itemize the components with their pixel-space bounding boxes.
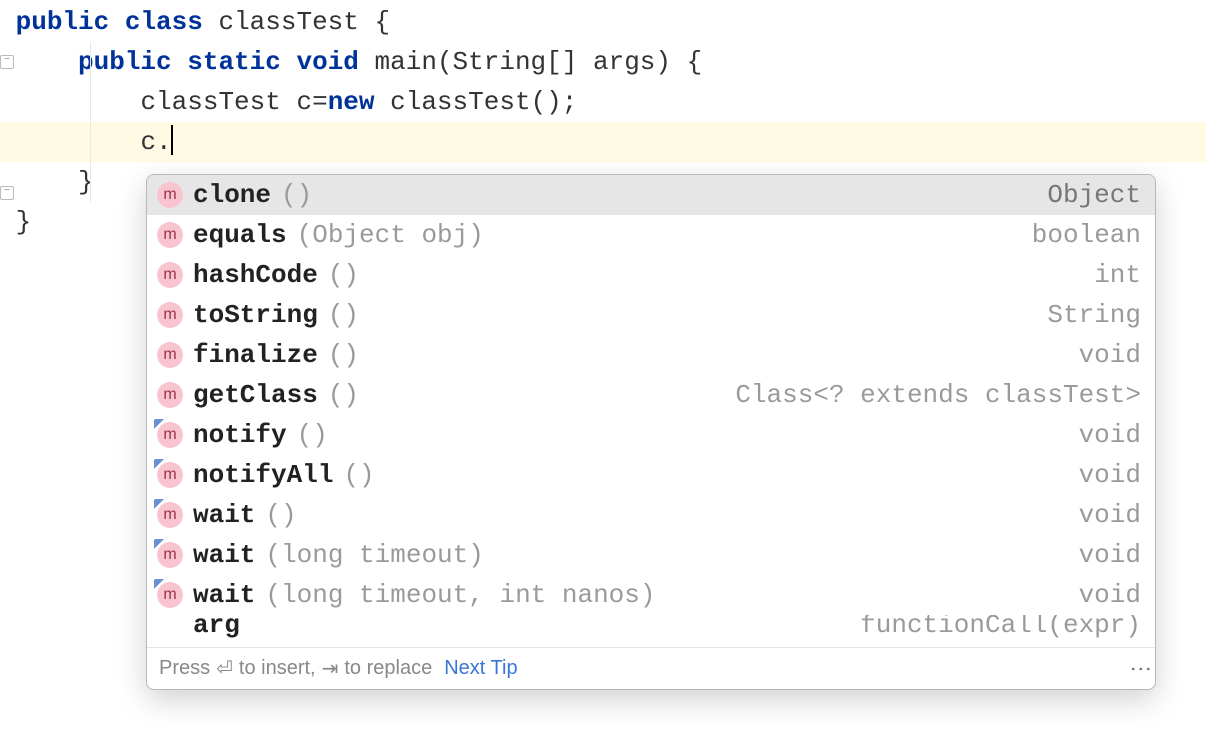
completion-item-type: void <box>1079 340 1141 370</box>
code-line[interactable]: public class classTest { <box>0 2 1206 42</box>
method-icon: m <box>157 422 183 448</box>
completion-item[interactable]: mwait (long timeout) void <box>147 535 1155 575</box>
completion-item-name: finalize <box>193 340 318 370</box>
text-cursor <box>171 125 173 155</box>
keyword-class: class <box>125 7 203 37</box>
completion-item-type: String <box>1047 300 1141 330</box>
completion-item[interactable]: mclone () Object <box>147 175 1155 215</box>
more-options-icon[interactable]: ⋮ <box>1139 658 1143 680</box>
completion-item-params: () <box>328 340 359 370</box>
completion-item[interactable]: m hashCode () int <box>147 255 1155 295</box>
completion-item-name: hashCode <box>193 260 318 290</box>
completion-item-params: () <box>281 180 312 210</box>
completion-item-params: () <box>328 260 359 290</box>
completion-item-name: getClass <box>193 380 318 410</box>
completion-item-params: (long timeout) <box>265 540 483 570</box>
code-line[interactable]: classTest c=new classTest(); <box>0 82 1206 122</box>
completion-item-type: Object <box>1047 180 1141 210</box>
completion-item-type: void <box>1079 540 1141 570</box>
keyword-public: public <box>78 47 172 77</box>
method-icon: m <box>157 222 183 248</box>
footer-text: Press <box>159 657 210 680</box>
completion-list[interactable]: mclone()Objectmequals(Object obj)boolean… <box>147 175 1155 615</box>
method-icon: m <box>157 342 183 368</box>
footer-text: to replace <box>344 657 432 680</box>
completion-item[interactable]: m notifyAll () void <box>147 455 1155 495</box>
completion-item-params: (Object obj) <box>297 220 484 250</box>
completion-item[interactable]: mnotify () void <box>147 415 1155 455</box>
keyword-new: new <box>328 87 375 117</box>
keyword-static: static <box>187 47 281 77</box>
completion-item-type: void <box>1079 580 1141 610</box>
completion-item-params: () <box>328 380 359 410</box>
completion-popup: mclone()Objectmequals(Object obj)boolean… <box>146 174 1156 690</box>
completion-item-name: wait <box>193 540 255 570</box>
keyword-public: public <box>16 7 110 37</box>
code-line-active[interactable]: c. <box>0 122 1206 162</box>
completion-item-type: int <box>1094 260 1141 290</box>
method-icon: m <box>157 502 183 528</box>
completion-item-name: arg <box>193 615 240 640</box>
completion-item-params: () <box>265 500 296 530</box>
final-marker-icon <box>154 499 164 509</box>
completion-item-name: clone <box>193 180 271 210</box>
final-marker-icon <box>154 579 164 589</box>
method-icon: m <box>157 182 183 208</box>
keyword-void: void <box>296 47 358 77</box>
completion-item-type: void <box>1079 460 1141 490</box>
completion-item-params: () <box>297 420 328 450</box>
enter-key-icon: ⏎ <box>216 656 233 681</box>
completion-item[interactable]: mequals (Object obj) boolean <box>147 215 1155 255</box>
completion-item-name: equals <box>193 220 287 250</box>
method-icon: m <box>157 462 183 488</box>
method-icon: m <box>157 582 183 608</box>
completion-item-name: notify <box>193 420 287 450</box>
code-line[interactable]: public static void main(String[] args) { <box>0 42 1206 82</box>
completion-item-name: notifyAll <box>193 460 333 490</box>
final-marker-icon <box>154 539 164 549</box>
completion-item-name: wait <box>193 500 255 530</box>
brace-open: { <box>375 7 391 37</box>
completion-item-type: functionCall(expr) <box>860 615 1141 640</box>
method-icon: m <box>157 542 183 568</box>
method-name: main <box>375 47 437 77</box>
completion-item-params: (long timeout, int nanos) <box>265 580 655 610</box>
completion-item[interactable]: mwait () void <box>147 495 1155 535</box>
completion-item-params: () <box>343 460 374 490</box>
tab-key-icon: ⇥ <box>322 656 339 681</box>
completion-item[interactable]: mwait (long timeout, int nanos) void <box>147 575 1155 615</box>
class-name: classTest <box>218 7 358 37</box>
completion-item-type: boolean <box>1032 220 1141 250</box>
completion-item-name: toString <box>193 300 318 330</box>
method-icon: m <box>157 382 183 408</box>
next-tip-link[interactable]: Next Tip <box>444 657 517 680</box>
footer-text: to insert, <box>239 657 316 680</box>
completion-item[interactable]: m toString () String <box>147 295 1155 335</box>
completion-item-params: () <box>328 300 359 330</box>
completion-footer: Press ⏎ to insert, ⇥ to replace Next Tip… <box>147 647 1155 689</box>
method-icon: m <box>157 302 183 328</box>
method-icon: m <box>157 262 183 288</box>
completion-item-type: void <box>1079 500 1141 530</box>
completion-item-type: Class<? extends classTest> <box>735 380 1141 410</box>
final-marker-icon <box>154 459 164 469</box>
final-marker-icon <box>154 419 164 429</box>
completion-item-name: wait <box>193 580 255 610</box>
completion-item-type: void <box>1079 420 1141 450</box>
completion-item[interactable]: m finalize () void <box>147 335 1155 375</box>
completion-item[interactable]: m getClass () Class<? extends classTest> <box>147 375 1155 415</box>
completion-item-partial[interactable]: arg functionCall(expr) <box>147 615 1155 647</box>
